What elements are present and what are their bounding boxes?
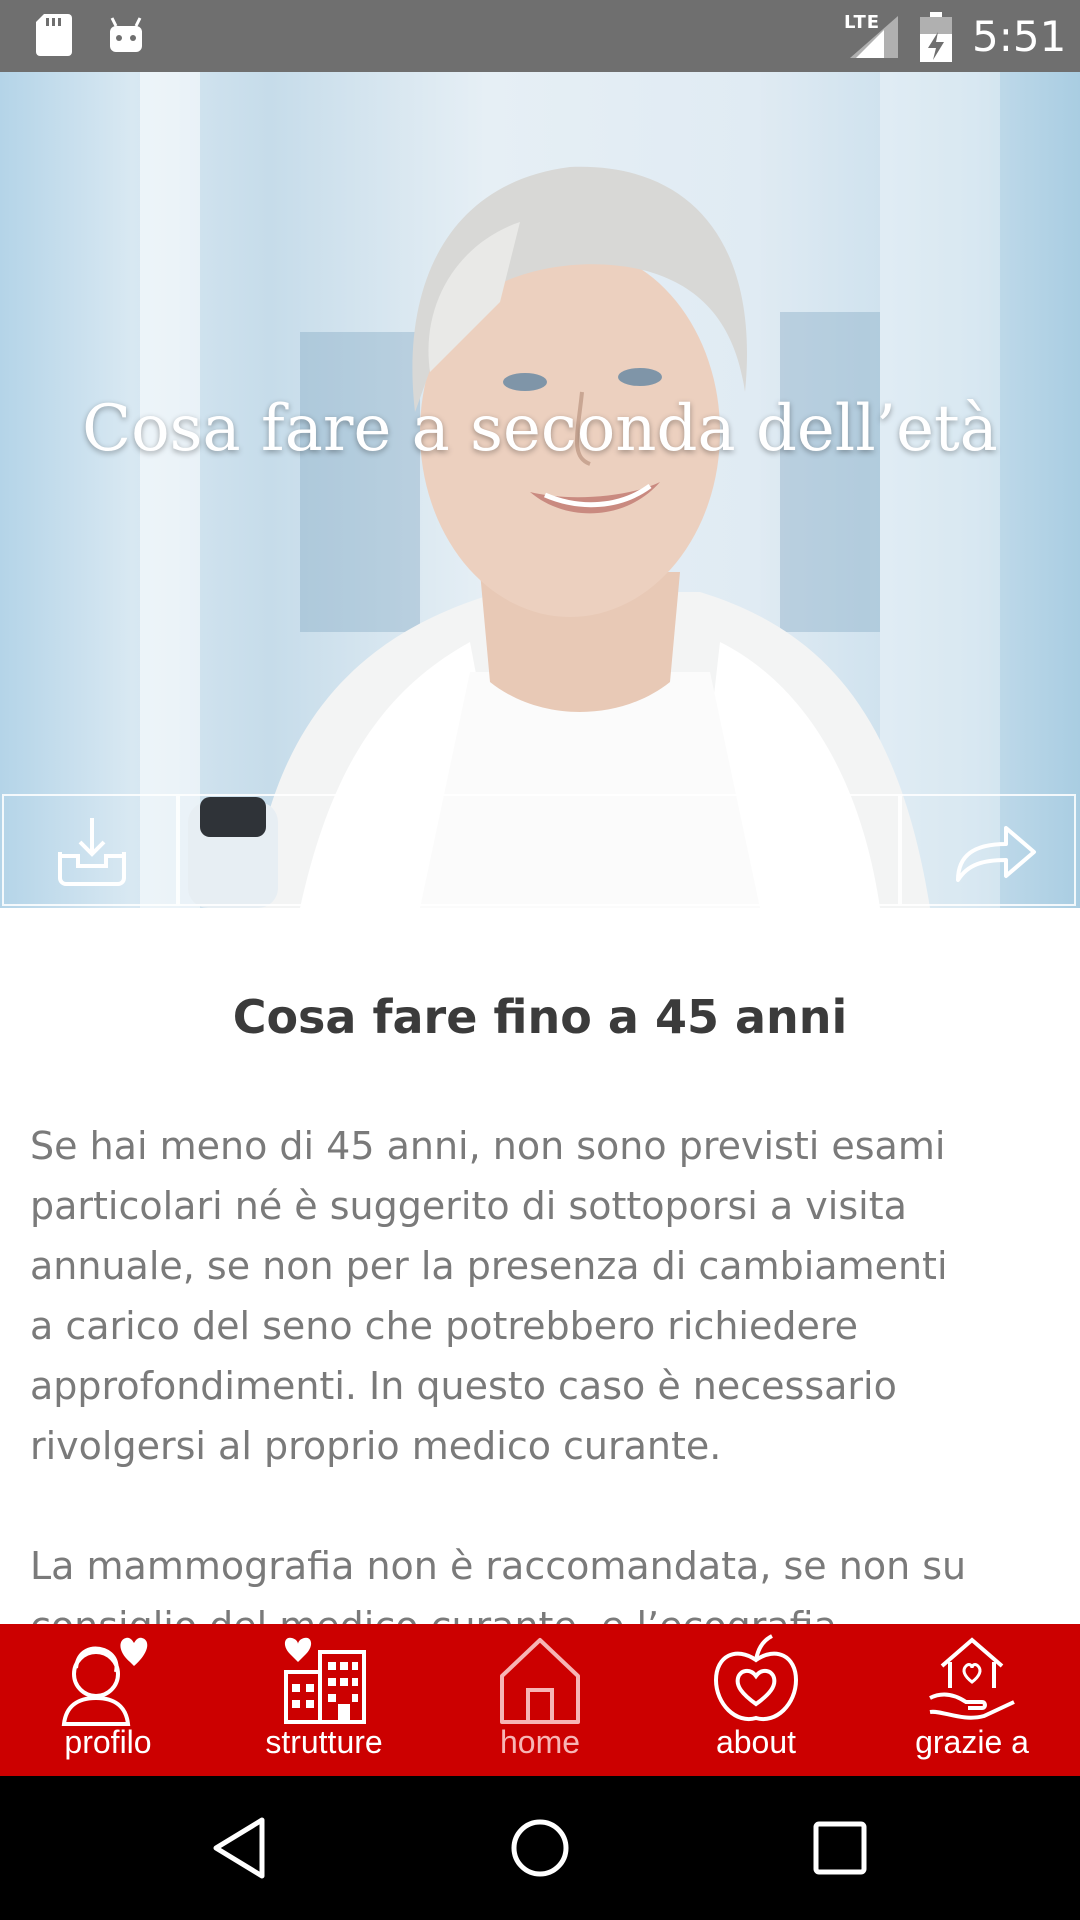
- buildings-icon: [284, 1637, 366, 1724]
- signal-icon: [850, 16, 898, 58]
- share-icon: [956, 826, 1036, 882]
- nav-label: home: [499, 1724, 581, 1760]
- nav-label: profilo: [64, 1724, 152, 1760]
- action-bar-spacer: [178, 794, 900, 906]
- nav-item-strutture[interactable]: strutture: [216, 1624, 432, 1776]
- article-content: Cosa fare fino a 45 anni Se hai meno di …: [0, 908, 1080, 1624]
- hero-banner: Cosa fare a seconda dell’età: [0, 72, 1080, 908]
- share-button[interactable]: [900, 794, 1076, 906]
- article-paragraph: La mammografia non è raccomandata, se no…: [30, 1544, 967, 1624]
- article-paragraph: Se hai meno di 45 anni, non sono previst…: [30, 1124, 948, 1468]
- android-icon: [110, 17, 142, 52]
- home-icon: [500, 1638, 580, 1724]
- hands-house-icon: [929, 1637, 1015, 1720]
- download-icon: [58, 818, 126, 886]
- nav-item-grazie-a[interactable]: grazie a: [864, 1624, 1080, 1776]
- nav-item-home[interactable]: home: [432, 1624, 648, 1776]
- status-bar: LTE 5:51: [0, 0, 1080, 72]
- clock: 5:51: [972, 12, 1067, 61]
- system-navigation-bar: [0, 1776, 1080, 1920]
- hero-title: Cosa fare a seconda dell’età: [82, 392, 998, 466]
- nav-label: strutture: [265, 1724, 383, 1760]
- download-button[interactable]: [2, 794, 178, 906]
- sd-card-icon: [36, 14, 72, 56]
- bottom-navigation: profilo strutture home about grazie a: [0, 1624, 1080, 1776]
- section-heading: Cosa fare fino a 45 anni: [232, 990, 848, 1044]
- woman-photo: [188, 166, 930, 908]
- nav-item-about[interactable]: about: [648, 1624, 864, 1776]
- hero-action-bar: [0, 792, 1080, 908]
- nav-label: grazie a: [915, 1724, 1029, 1760]
- nav-item-profilo[interactable]: profilo: [0, 1624, 216, 1776]
- home-circle-icon[interactable]: [508, 1816, 572, 1880]
- nav-label: about: [715, 1724, 797, 1760]
- apple-heart-icon: [713, 1634, 799, 1722]
- battery-icon: [920, 12, 952, 62]
- profile-heart-icon: [61, 1637, 148, 1726]
- back-icon[interactable]: [210, 1816, 270, 1880]
- recents-icon[interactable]: [812, 1820, 868, 1876]
